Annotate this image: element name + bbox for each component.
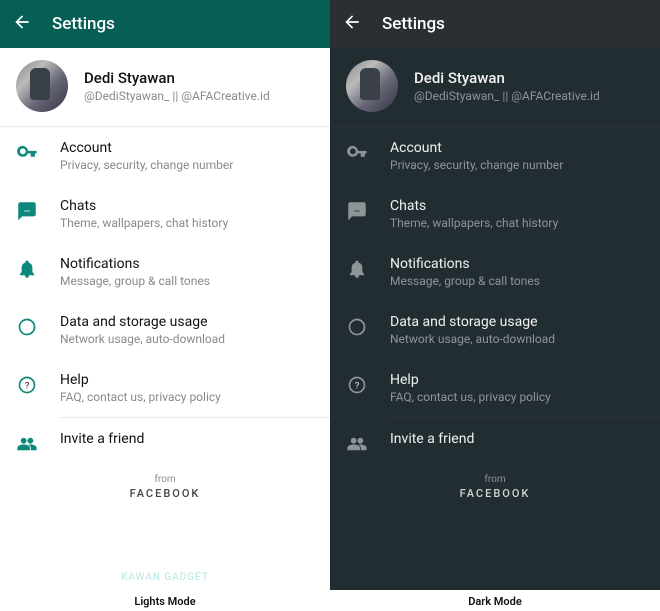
- people-icon: [346, 433, 368, 455]
- settings-pane-dark: Settings Dedi Styawan @DediStyawan_ || @…: [330, 0, 660, 611]
- item-sub: Message, group & call tones: [60, 274, 314, 288]
- profile-row[interactable]: Dedi Styawan @DediStyawan_ || @AFACreati…: [0, 48, 330, 126]
- settings-item-chats[interactable]: Chats Theme, wallpapers, chat history: [330, 185, 660, 243]
- profile-status: @DediStyawan_ || @AFACreative.id: [84, 89, 270, 103]
- key-icon: [346, 142, 368, 164]
- footer-from: from: [330, 474, 660, 485]
- app-header: Settings: [330, 0, 660, 48]
- item-sub: Network usage, auto-download: [390, 332, 644, 346]
- item-title: Chats: [60, 198, 314, 214]
- profile-row[interactable]: Dedi Styawan @DediStyawan_ || @AFACreati…: [330, 48, 660, 126]
- header-title: Settings: [52, 14, 115, 34]
- settings-item-help[interactable]: ? Help FAQ, contact us, privacy policy: [0, 359, 330, 417]
- item-sub: Theme, wallpapers, chat history: [60, 216, 314, 230]
- footer-brand: FACEBOOK: [0, 487, 330, 500]
- item-sub: Message, group & call tones: [390, 274, 644, 288]
- item-title: Notifications: [60, 256, 314, 272]
- footer-brand: FACEBOOK: [330, 487, 660, 500]
- item-title: Account: [390, 140, 644, 156]
- data-icon: [346, 316, 368, 338]
- key-icon: [16, 142, 38, 164]
- item-title: Help: [390, 372, 644, 388]
- help-icon: ?: [346, 374, 368, 396]
- back-icon[interactable]: [12, 12, 32, 36]
- header-title: Settings: [382, 14, 445, 34]
- settings-item-data[interactable]: Data and storage usage Network usage, au…: [330, 301, 660, 359]
- profile-status: @DediStyawan_ || @AFACreative.id: [414, 89, 600, 103]
- avatar: [346, 60, 398, 112]
- chat-icon: [16, 200, 38, 222]
- settings-item-invite[interactable]: Invite a friend: [330, 418, 660, 468]
- footer-from: from: [0, 474, 330, 485]
- settings-item-data[interactable]: Data and storage usage Network usage, au…: [0, 301, 330, 359]
- settings-item-help[interactable]: ? Help FAQ, contact us, privacy policy: [330, 359, 660, 417]
- item-sub: FAQ, contact us, privacy policy: [60, 390, 314, 404]
- mode-label-dark: Dark Mode: [330, 590, 660, 611]
- settings-item-chats[interactable]: Chats Theme, wallpapers, chat history: [0, 185, 330, 243]
- mode-label-light: Lights Mode: [0, 590, 330, 611]
- item-title: Invite a friend: [390, 431, 644, 447]
- item-title: Chats: [390, 198, 644, 214]
- settings-item-notifications[interactable]: Notifications Message, group & call tone…: [0, 243, 330, 301]
- profile-name: Dedi Styawan: [84, 69, 270, 87]
- help-icon: ?: [16, 374, 38, 396]
- settings-pane-light: Settings Dedi Styawan @DediStyawan_ || @…: [0, 0, 330, 611]
- item-title: Notifications: [390, 256, 644, 272]
- item-title: Help: [60, 372, 314, 388]
- settings-item-invite[interactable]: Invite a friend: [0, 418, 330, 468]
- app-header: Settings: [0, 0, 330, 48]
- settings-item-account[interactable]: Account Privacy, security, change number: [330, 127, 660, 185]
- item-sub: Theme, wallpapers, chat history: [390, 216, 644, 230]
- svg-text:?: ?: [25, 381, 29, 391]
- item-title: Data and storage usage: [60, 314, 314, 330]
- profile-name: Dedi Styawan: [414, 69, 600, 87]
- item-title: Data and storage usage: [390, 314, 644, 330]
- item-title: Invite a friend: [60, 431, 314, 447]
- item-sub: Privacy, security, change number: [390, 158, 644, 172]
- bell-icon: [16, 258, 38, 280]
- svg-text:?: ?: [355, 381, 359, 391]
- data-icon: [16, 316, 38, 338]
- item-sub: Privacy, security, change number: [60, 158, 314, 172]
- item-sub: Network usage, auto-download: [60, 332, 314, 346]
- settings-item-notifications[interactable]: Notifications Message, group & call tone…: [330, 243, 660, 301]
- item-sub: FAQ, contact us, privacy policy: [390, 390, 644, 404]
- watermark: KAWAN GADGET: [121, 572, 209, 583]
- bell-icon: [346, 258, 368, 280]
- back-icon[interactable]: [342, 12, 362, 36]
- people-icon: [16, 433, 38, 455]
- item-title: Account: [60, 140, 314, 156]
- avatar: [16, 60, 68, 112]
- settings-item-account[interactable]: Account Privacy, security, change number: [0, 127, 330, 185]
- chat-icon: [346, 200, 368, 222]
